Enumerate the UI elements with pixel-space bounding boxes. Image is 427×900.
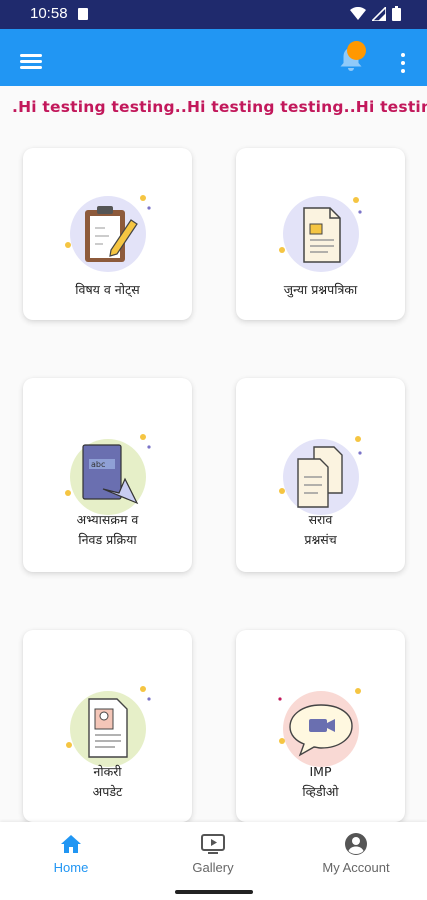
nav-label: Gallery — [192, 860, 234, 875]
svg-text:abc: abc — [91, 460, 105, 469]
status-bar: 10:58 — [0, 0, 427, 29]
card-label: विषय व नोट्स — [75, 282, 140, 297]
card-label: जुन्या प्रश्नपत्रिका — [283, 282, 358, 297]
card-label: अभ्यासक्रम व — [76, 512, 139, 527]
card-label: अपडेट — [92, 784, 123, 799]
card-label: व्हिडीओ — [302, 784, 339, 799]
bottom-navigation: Home Gallery My Account — [0, 822, 427, 882]
card-label: IMP — [309, 764, 332, 779]
card-practice-sets[interactable]: सराव प्रश्नसंच — [236, 378, 405, 572]
nav-gallery[interactable]: Gallery — [142, 822, 284, 882]
tv-icon — [201, 834, 225, 854]
marquee-text: .Hi testing testing..Hi testing testing.… — [12, 98, 427, 116]
home-gesture-handle[interactable] — [175, 890, 253, 894]
gesture-bar — [0, 882, 427, 900]
status-icons — [350, 6, 401, 21]
card-subjects-notes[interactable]: विषय व नोट्स — [23, 148, 192, 320]
wifi-icon — [350, 6, 366, 20]
card-label: सराव — [308, 512, 333, 527]
card-label: निवड प्रक्रिया — [78, 532, 137, 547]
card-label: प्रश्नसंच — [304, 532, 337, 547]
nav-label: Home — [53, 860, 89, 875]
nav-label: My Account — [322, 860, 390, 875]
account-icon — [345, 833, 367, 855]
home-icon — [61, 835, 81, 853]
battery-icon — [392, 6, 401, 21]
menu-icon[interactable] — [20, 54, 42, 70]
clipboard-pencil-icon — [65, 195, 151, 272]
status-time: 10:58 — [30, 5, 68, 22]
card-label: नोकरी — [93, 764, 122, 779]
overflow-menu-icon[interactable] — [396, 53, 410, 75]
notification-badge — [347, 41, 366, 60]
marquee-banner: .Hi testing testing..Hi testing testing.… — [0, 97, 427, 121]
signal-icon — [372, 6, 386, 21]
card-old-question-papers[interactable]: जुन्या प्रश्नपत्रिका — [236, 148, 405, 320]
document-icon — [279, 196, 362, 272]
nav-my-account[interactable]: My Account — [285, 822, 427, 882]
app-bar — [0, 29, 427, 86]
sim-card-icon — [78, 8, 88, 20]
card-job-updates[interactable]: नोकरी अपडेट — [23, 630, 192, 822]
card-syllabus-selection[interactable]: abc अभ्यासक्रम व निवड प्रक्रिया — [23, 378, 192, 572]
nav-home[interactable]: Home — [0, 822, 142, 882]
card-imp-videos[interactable]: IMP व्हिडीओ — [236, 630, 405, 822]
